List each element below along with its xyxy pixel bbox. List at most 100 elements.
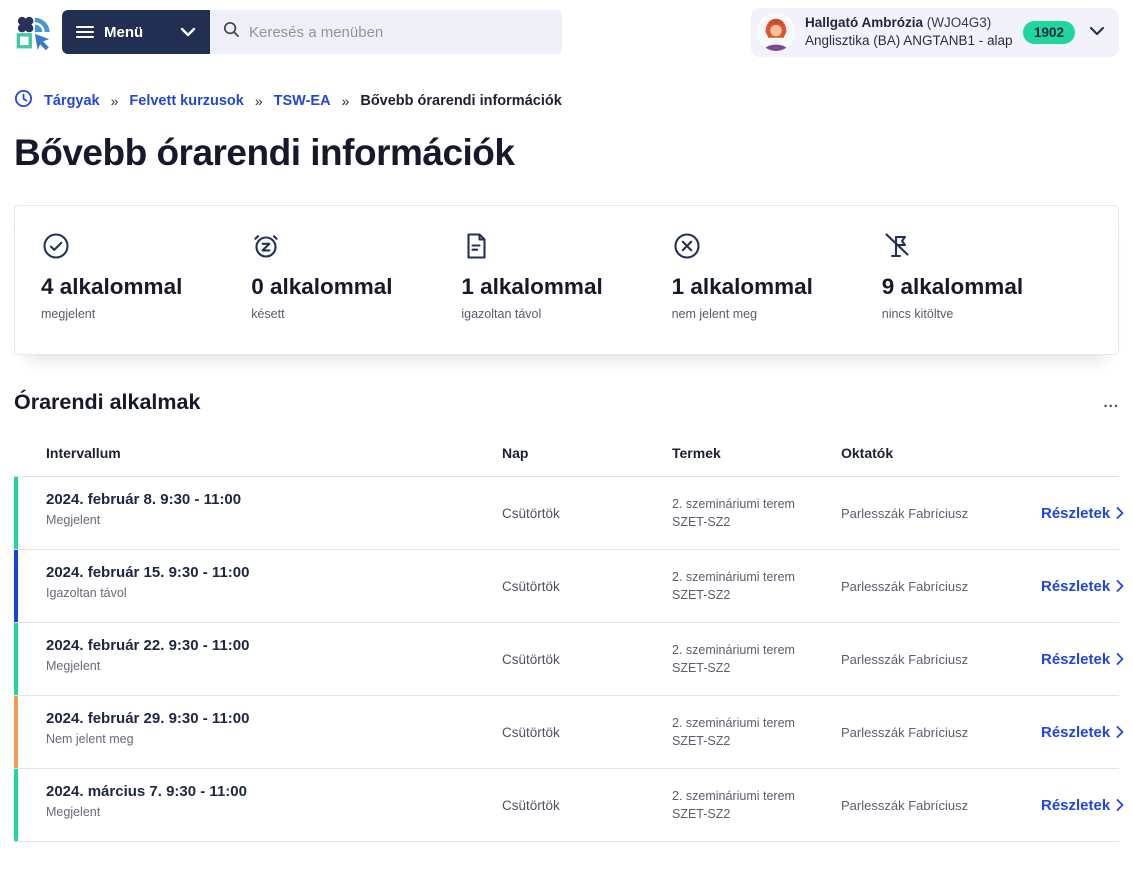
details-link[interactable]: Részletek <box>1041 651 1124 668</box>
stat-label: megjelent <box>41 307 251 321</box>
row-status: Megjelent <box>46 659 502 673</box>
table-row: 2024. február 29. 9:30 - 11:00 Nem jelen… <box>14 696 1119 769</box>
row-day: Csütörtök <box>502 798 672 813</box>
section-title: Órarendi alkalmak <box>14 390 200 415</box>
stat-kesett: 0 alkalommal késett <box>251 231 461 321</box>
row-day: Csütörtök <box>502 506 672 521</box>
row-status: Megjelent <box>46 513 502 527</box>
row-teacher: Parlesszák Fabríciusz <box>841 798 1041 813</box>
stat-value: 1 alkalommal <box>672 274 882 300</box>
row-status: Igazoltan távol <box>46 586 502 600</box>
menu-search-field[interactable] <box>210 10 562 54</box>
section-header: Órarendi alkalmak ... <box>14 390 1119 415</box>
menu-button-label: Menü <box>104 24 143 41</box>
user-code: (WJO4G3) <box>927 15 992 30</box>
row-day: Csütörtök <box>502 579 672 594</box>
column-header-termek: Termek <box>672 445 841 461</box>
stat-label: késett <box>251 307 461 321</box>
stat-value: 4 alkalommal <box>41 274 251 300</box>
avatar <box>757 13 795 51</box>
row-day: Csütörtök <box>502 725 672 740</box>
overflow-menu-icon[interactable]: ... <box>1103 398 1119 408</box>
column-header-intervallum: Intervallum <box>46 445 502 461</box>
row-day: Csütörtök <box>502 652 672 667</box>
stat-label: nincs kitöltve <box>882 307 1092 321</box>
details-link[interactable]: Részletek <box>1041 724 1124 741</box>
table-row: 2024. február 8. 9:30 - 11:00 Megjelent … <box>14 477 1119 550</box>
search-icon <box>223 21 240 43</box>
menu-button[interactable]: Menü <box>62 10 210 54</box>
user-menu[interactable]: Hallgató Ambrózia (WJO4G3) Anglisztika (… <box>751 8 1119 57</box>
user-info: Hallgató Ambrózia (WJO4G3) Anglisztika (… <box>805 14 1013 50</box>
breadcrumb-link-targyak[interactable]: Tárgyak <box>44 93 100 109</box>
user-name: Hallgató Ambrózia <box>805 15 923 30</box>
breadcrumb-link-felvett-kurzusok[interactable]: Felvett kurzusok <box>129 93 243 109</box>
stat-value: 0 alkalommal <box>251 274 461 300</box>
row-interval: 2024. február 15. 9:30 - 11:00 <box>46 564 502 581</box>
breadcrumb: Tárgyak » Felvett kurzusok » TSW-EA » Bő… <box>0 89 1133 112</box>
row-room: 2. szemináriumi terem SZET-SZ2 <box>672 787 841 823</box>
breadcrumb-current: Bővebb órarendi információk <box>360 93 561 109</box>
check-circle-icon <box>41 231 251 263</box>
chevron-right-icon <box>1116 726 1124 738</box>
attendance-summary-card: 4 alkalommal megjelent 0 alkalommal kése… <box>14 205 1119 355</box>
history-clock-icon <box>14 89 33 112</box>
breadcrumb-separator: » <box>111 93 119 109</box>
stat-megjelent: 4 alkalommal megjelent <box>41 231 251 321</box>
table-row: 2024. március 7. 9:30 - 11:00 Megjelent … <box>14 769 1119 842</box>
chevron-down-icon[interactable] <box>1089 23 1105 41</box>
stat-value: 9 alkalommal <box>882 274 1092 300</box>
row-interval: 2024. február 29. 9:30 - 11:00 <box>46 710 502 727</box>
flag-slash-icon <box>882 231 1092 263</box>
row-room: 2. szemináriumi terem SZET-SZ2 <box>672 714 841 750</box>
row-status: Nem jelent meg <box>46 732 502 746</box>
status-accent-bar <box>14 477 18 549</box>
breadcrumb-separator: » <box>342 93 350 109</box>
alarm-clock-icon <box>251 231 461 263</box>
status-accent-bar <box>14 696 18 768</box>
chevron-down-icon <box>180 24 196 41</box>
chevron-right-icon <box>1116 799 1124 811</box>
chevron-right-icon <box>1116 653 1124 665</box>
column-header-nap: Nap <box>502 445 672 461</box>
schedule-table: Intervallum Nap Termek Oktatók 2024. feb… <box>14 423 1119 842</box>
document-icon <box>461 231 671 263</box>
menu-search-group: Menü <box>62 10 562 54</box>
row-teacher: Parlesszák Fabríciusz <box>841 725 1041 740</box>
row-room: 2. szemináriumi terem SZET-SZ2 <box>672 568 841 604</box>
details-link[interactable]: Részletek <box>1041 505 1124 522</box>
table-row: 2024. február 15. 9:30 - 11:00 Igazoltan… <box>14 550 1119 623</box>
status-accent-bar <box>14 623 18 695</box>
stat-nincs-kitoltve: 9 alkalommal nincs kitöltve <box>882 231 1092 321</box>
row-room: 2. szemináriumi terem SZET-SZ2 <box>672 641 841 677</box>
row-interval: 2024. február 22. 9:30 - 11:00 <box>46 637 502 654</box>
chevron-right-icon <box>1116 580 1124 592</box>
row-teacher: Parlesszák Fabríciusz <box>841 579 1041 594</box>
stat-nem-jelent-meg: 1 alkalommal nem jelent meg <box>672 231 882 321</box>
search-input[interactable] <box>249 24 549 41</box>
row-interval: 2024. március 7. 9:30 - 11:00 <box>46 783 502 800</box>
stat-igazoltan-tavol: 1 alkalommal igazoltan távol <box>461 231 671 321</box>
column-header-oktatok: Oktatók <box>841 445 1041 461</box>
page-title: Bővebb órarendi információk <box>14 132 1119 174</box>
row-teacher: Parlesszák Fabríciusz <box>841 652 1041 667</box>
hamburger-icon <box>76 26 94 39</box>
row-status: Megjelent <box>46 805 502 819</box>
user-program: Anglisztika (BA) ANGTANB1 - alapkép... <box>805 32 1013 50</box>
top-bar: Menü Hallgató Ambrózia <box>0 0 1133 64</box>
semester-badge: 1902 <box>1023 21 1075 44</box>
stat-label: igazoltan távol <box>461 307 671 321</box>
chevron-right-icon <box>1116 507 1124 519</box>
row-room: 2. szemináriumi terem SZET-SZ2 <box>672 495 841 531</box>
table-header-row: Intervallum Nap Termek Oktatók <box>14 423 1119 477</box>
details-link[interactable]: Részletek <box>1041 797 1124 814</box>
stat-label: nem jelent meg <box>672 307 882 321</box>
stat-value: 1 alkalommal <box>461 274 671 300</box>
breadcrumb-link-tsw-ea[interactable]: TSW-EA <box>274 93 331 109</box>
details-link[interactable]: Részletek <box>1041 578 1124 595</box>
app-logo-icon[interactable] <box>14 13 52 51</box>
status-accent-bar <box>14 550 18 622</box>
x-circle-icon <box>672 231 882 263</box>
breadcrumb-separator: » <box>255 93 263 109</box>
table-row: 2024. február 22. 9:30 - 11:00 Megjelent… <box>14 623 1119 696</box>
